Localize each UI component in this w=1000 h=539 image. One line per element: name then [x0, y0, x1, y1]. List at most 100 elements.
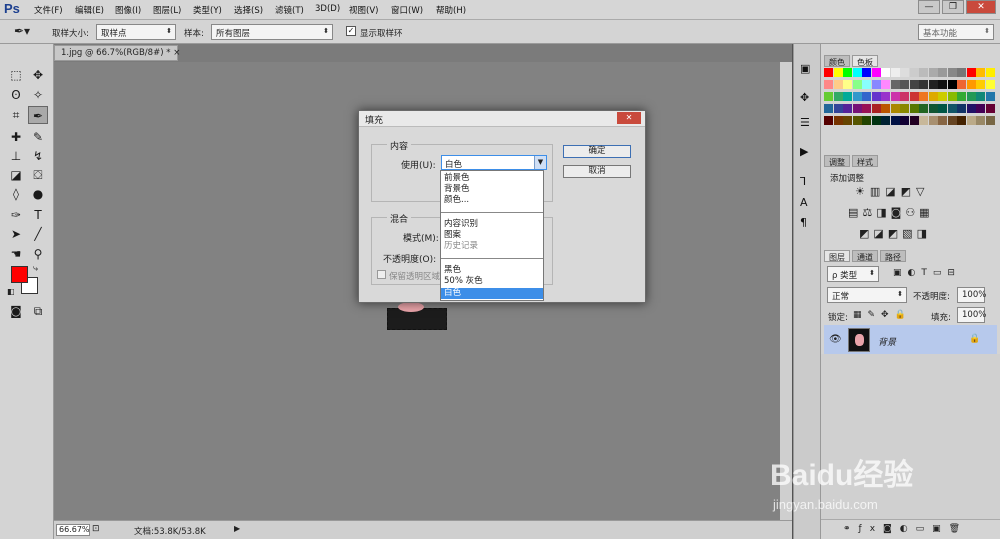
swatch[interactable]	[833, 116, 843, 125]
layer-opacity-field[interactable]: 100%	[957, 287, 986, 303]
swatch[interactable]	[862, 116, 871, 125]
swatch[interactable]	[985, 116, 995, 125]
marquee-tool-icon[interactable]: ⬚	[6, 66, 26, 84]
tab-color[interactable]: 颜色	[824, 55, 850, 67]
layer-filter-icons[interactable]: ▣◐T▭⊟	[893, 268, 961, 278]
swatch[interactable]	[890, 80, 900, 89]
swatch[interactable]	[824, 68, 833, 77]
menu-3d[interactable]: 3D(D)	[315, 4, 340, 14]
pen-tool-icon[interactable]: ✑	[6, 206, 26, 224]
history-brush-icon[interactable]: ↯	[28, 147, 48, 165]
status-menu-arrow-icon[interactable]: ▶	[234, 524, 240, 533]
swatch[interactable]	[890, 104, 900, 113]
swatch[interactable]	[909, 116, 919, 125]
swatch[interactable]	[919, 68, 928, 77]
sample-select[interactable]: 所有图层 ⬍	[211, 24, 333, 40]
layer-name[interactable]: 背景	[878, 335, 896, 348]
swatch[interactable]	[890, 92, 900, 101]
adjustment-icons-row-2[interactable]: ▤⚖◨◙⚇▦	[848, 206, 934, 219]
swatch[interactable]	[852, 116, 862, 125]
eye-icon[interactable]: 👁	[829, 334, 842, 345]
adjustment-icons-row-1[interactable]: ☀▥◪◩▽	[855, 185, 930, 198]
layers-footer-icons[interactable]: ⚭ƒx◙◐▭▣🗑	[821, 519, 1000, 539]
kind-filter-select[interactable]: ρ 类型 ⬍	[827, 266, 879, 282]
brush-tool-icon[interactable]: ✎	[28, 128, 48, 146]
swatch[interactable]	[881, 92, 890, 101]
swatch[interactable]	[976, 104, 985, 113]
swatch[interactable]	[824, 80, 833, 89]
swatch[interactable]	[966, 80, 976, 89]
swatch[interactable]	[976, 80, 985, 89]
option-color[interactable]: 颜色...	[441, 195, 543, 206]
default-colors-icon[interactable]: ◧	[7, 287, 15, 296]
swatch[interactable]	[843, 104, 852, 113]
swatch[interactable]	[824, 104, 833, 113]
ok-button[interactable]: 确定	[563, 145, 631, 158]
swatch[interactable]	[976, 68, 985, 77]
swatch[interactable]	[985, 68, 995, 77]
option-foreground[interactable]: 前景色	[441, 173, 543, 184]
swatch[interactable]	[928, 104, 938, 113]
tab-channels[interactable]: 通道	[852, 250, 878, 262]
move-tool-icon[interactable]: ✥	[28, 66, 48, 84]
show-ring-checkbox[interactable]: ✓	[346, 26, 356, 36]
swatch[interactable]	[833, 80, 843, 89]
swatch[interactable]	[947, 104, 957, 113]
layer-row-background[interactable]: 👁 背景 🔒	[824, 325, 997, 355]
swatch[interactable]	[871, 68, 881, 77]
swatch[interactable]	[966, 104, 976, 113]
swatch[interactable]	[852, 104, 862, 113]
document-tab[interactable]: 1.jpg @ 66.7%(RGB/8#) * ×	[54, 45, 180, 61]
option-white[interactable]: 白色	[441, 288, 543, 299]
option-gray[interactable]: 50% 灰色	[441, 276, 543, 287]
swatch[interactable]	[862, 104, 871, 113]
workspace-select[interactable]: 基本功能 ⬍	[918, 24, 994, 40]
swatch[interactable]	[852, 80, 862, 89]
swatch[interactable]	[909, 80, 919, 89]
swatch[interactable]	[833, 104, 843, 113]
swatch[interactable]	[909, 92, 919, 101]
healing-brush-icon[interactable]: ✚	[6, 128, 26, 146]
swatch[interactable]	[938, 80, 947, 89]
menu-layer[interactable]: 图层(L)	[153, 4, 181, 16]
close-tab-icon[interactable]: ×	[173, 48, 180, 58]
clone-stamp-icon[interactable]: ⊥	[6, 147, 26, 165]
option-content-aware[interactable]: 内容识别	[441, 219, 543, 230]
swatch[interactable]	[947, 116, 957, 125]
menu-edit[interactable]: 编辑(E)	[75, 4, 104, 16]
swatch[interactable]	[900, 92, 909, 101]
swatch[interactable]	[881, 116, 890, 125]
swatch[interactable]	[947, 80, 957, 89]
menu-file[interactable]: 文件(F)	[34, 4, 63, 16]
option-black[interactable]: 黑色	[441, 265, 543, 276]
blend-mode-select[interactable]: 正常 ⬍	[827, 287, 907, 303]
swap-colors-icon[interactable]: ⤷	[33, 264, 38, 274]
swatch[interactable]	[862, 92, 871, 101]
swatch[interactable]	[843, 80, 852, 89]
tab-swatches[interactable]: 色板	[852, 55, 878, 67]
swatch[interactable]	[900, 116, 909, 125]
zoom-tool-icon[interactable]: ⚲	[28, 245, 48, 263]
fill-field[interactable]: 100%	[957, 307, 986, 323]
eraser-tool-icon[interactable]: ◪	[6, 166, 26, 184]
character-panel-icon[interactable]: ⅂	[800, 175, 806, 188]
quick-mask-icon[interactable]: ◙	[6, 302, 26, 320]
swatch[interactable]	[985, 104, 995, 113]
swatch[interactable]	[928, 68, 938, 77]
sample-size-select[interactable]: 取样点 ⬍	[96, 24, 176, 40]
swatch[interactable]	[843, 116, 852, 125]
minimize-button[interactable]: —	[918, 0, 940, 14]
option-background[interactable]: 背景色	[441, 184, 543, 195]
swatch[interactable]	[957, 104, 966, 113]
dialog-close-button[interactable]: ✕	[617, 112, 641, 124]
swatch[interactable]	[938, 116, 947, 125]
swatch[interactable]	[928, 80, 938, 89]
swatch[interactable]	[871, 92, 881, 101]
crop-tool-icon[interactable]: ⌗	[6, 106, 26, 124]
blur-tool-icon[interactable]: ◊	[6, 185, 26, 203]
actions-panel-icon[interactable]: ✥	[800, 91, 809, 104]
eyedropper-preset-icon[interactable]: ✒▾	[14, 24, 40, 40]
swatch[interactable]	[881, 80, 890, 89]
swatch[interactable]	[833, 92, 843, 101]
swatch[interactable]	[852, 68, 862, 77]
